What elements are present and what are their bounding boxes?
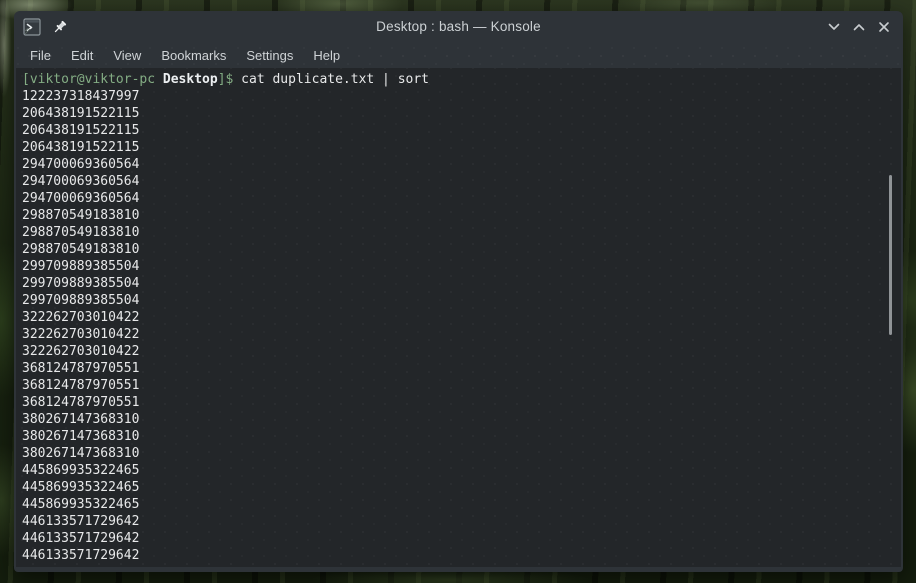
terminal-output-line: 206438191522115	[22, 140, 140, 155]
prompt-symbol: ]$	[217, 72, 242, 87]
terminal-output-line: 445869935322465	[22, 463, 140, 478]
maximize-button[interactable]	[852, 20, 866, 34]
terminal-output-line: 299709889385504	[22, 276, 140, 291]
terminal-output-line: 380267147368310	[22, 429, 140, 444]
terminal-output-line: 322262703010422	[22, 310, 140, 325]
terminal-output-line: 122237318437997	[22, 89, 140, 104]
terminal-output: 122237318437997 206438191522115 2064381915…	[22, 88, 901, 564]
pin-icon[interactable]	[52, 19, 68, 35]
scrollbar-thumb[interactable]	[889, 175, 892, 335]
terminal-output-line: 446133571729642	[22, 531, 140, 546]
terminal-output-line: 368124787970551	[22, 395, 140, 410]
titlebar[interactable]: Desktop : bash — Konsole	[14, 11, 903, 42]
terminal-output-line: 446133571729642	[22, 548, 140, 563]
menu-file[interactable]: File	[20, 45, 61, 66]
terminal-output-line: 368124787970551	[22, 378, 140, 393]
menubar: File Edit View Bookmarks Settings Help	[14, 42, 903, 68]
konsole-terminal-icon[interactable]	[23, 17, 41, 36]
prompt-line: [viktor@viktor-pc Desktop]$ cat duplicat…	[22, 71, 901, 88]
close-button[interactable]	[877, 20, 891, 34]
terminal-output-line: 380267147368310	[22, 446, 140, 461]
menu-edit[interactable]: Edit	[61, 45, 103, 66]
menu-view[interactable]: View	[103, 45, 151, 66]
terminal-output-line: 322262703010422	[22, 327, 140, 342]
terminal-output-line: 294700069360564	[22, 191, 140, 206]
prompt-user-host: [viktor@viktor-pc	[22, 72, 156, 87]
menu-help[interactable]: Help	[303, 45, 350, 66]
terminal-output-line: 368124787970551	[22, 361, 140, 376]
terminal-viewport[interactable]: [viktor@viktor-pc Desktop]$ cat duplicat…	[16, 68, 901, 567]
terminal-output-line: 294700069360564	[22, 157, 140, 172]
menu-bookmarks[interactable]: Bookmarks	[151, 45, 236, 66]
terminal-output-line: 446133571729642	[22, 514, 140, 529]
terminal-output-line: 206438191522115	[22, 123, 140, 138]
menu-settings[interactable]: Settings	[236, 45, 303, 66]
terminal-output-line: 298870549183810	[22, 225, 140, 240]
terminal-output-line: 299709889385504	[22, 259, 140, 274]
terminal-output-line: 206438191522115	[22, 106, 140, 121]
desktop-wallpaper: Desktop : bash — Konsole File Edit View …	[0, 0, 916, 583]
chevron-up-icon	[853, 23, 865, 30]
terminal-output-line: 298870549183810	[22, 208, 140, 223]
terminal-output-line: 298870549183810	[22, 242, 140, 257]
terminal-output-line: 445869935322465	[22, 497, 140, 512]
minimize-button[interactable]	[827, 20, 841, 34]
window-title: Desktop : bash — Konsole	[376, 19, 541, 34]
prompt-command: cat duplicate.txt | sort	[241, 72, 430, 87]
close-x-icon	[879, 21, 889, 32]
prompt-cwd: Desktop	[155, 72, 218, 87]
terminal-output-line: 294700069360564	[22, 174, 140, 189]
terminal-output-line: 445869935322465	[22, 480, 140, 495]
window-controls	[827, 20, 891, 34]
terminal-output-line: 322262703010422	[22, 344, 140, 359]
terminal-output-line: 299709889385504	[22, 293, 140, 308]
terminal-output-line: 380267147368310	[22, 412, 140, 427]
chevron-down-icon	[828, 23, 840, 30]
konsole-window: Desktop : bash — Konsole File Edit View …	[14, 11, 903, 572]
